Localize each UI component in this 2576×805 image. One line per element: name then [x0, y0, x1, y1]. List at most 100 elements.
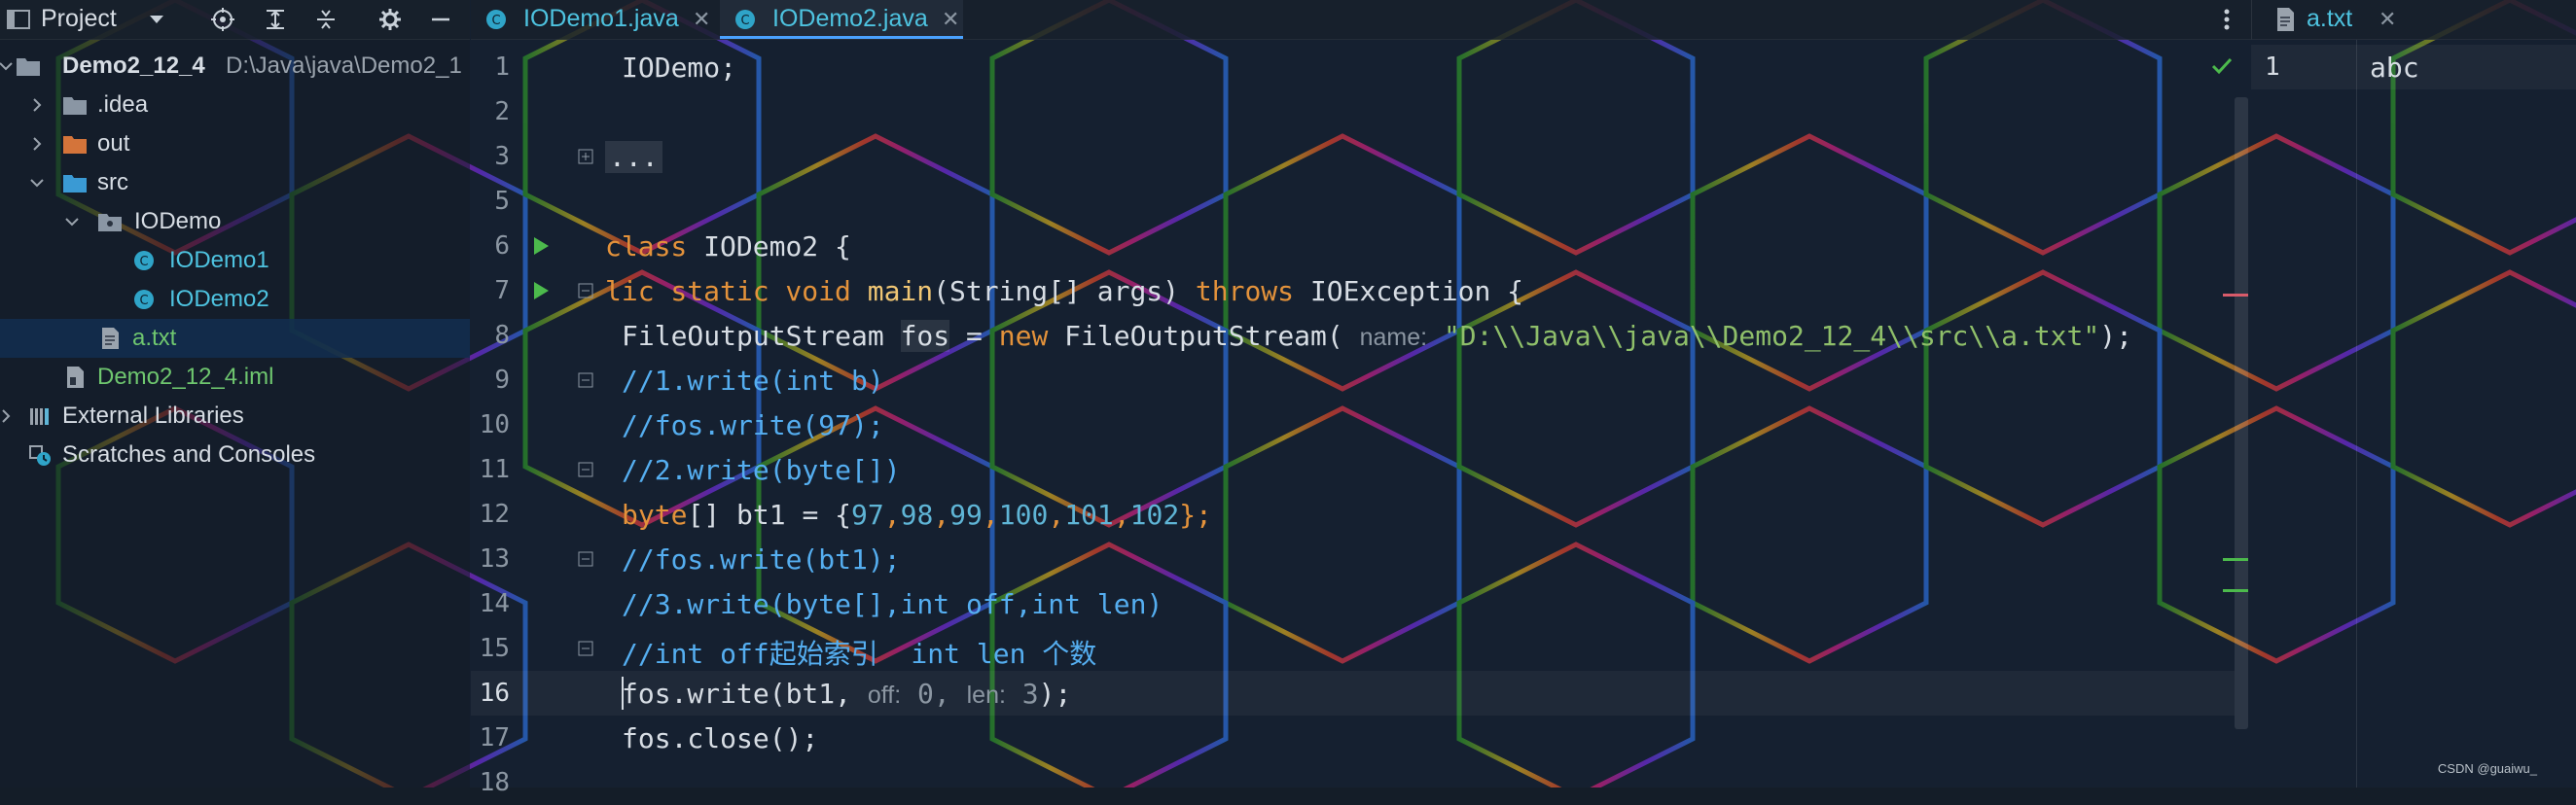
- text-editor-line[interactable]: 1 abc: [2251, 45, 2576, 89]
- code-token: =: [949, 320, 999, 352]
- excluded-folder-icon: [63, 136, 87, 154]
- java-class-icon: C: [134, 251, 154, 270]
- checkmark-icon[interactable]: [2210, 56, 2234, 76]
- project-header: Project: [0, 0, 470, 40]
- tree-item-label: External Libraries: [62, 402, 244, 429]
- run-icon[interactable]: [531, 235, 551, 257]
- tree-item-iodemo2[interactable]: C IODemo2: [0, 280, 470, 319]
- code-token: 101: [1064, 499, 1114, 531]
- tree-item-out[interactable]: out: [0, 124, 470, 163]
- code-token: IODemo;: [622, 52, 737, 84]
- close-icon[interactable]: ✕: [693, 7, 710, 32]
- module-file-icon: [67, 367, 84, 388]
- folder-icon: [17, 58, 40, 76]
- code-token: fos.write(bt1,: [622, 678, 868, 710]
- fold-collapse-icon[interactable]: [578, 641, 593, 656]
- code-line: 9 //1.write(int b): [471, 358, 2235, 402]
- chevron-right-icon[interactable]: [0, 406, 16, 426]
- chevron-down-icon[interactable]: [27, 173, 47, 192]
- gear-icon[interactable]: [377, 7, 403, 32]
- tab-iodemo1[interactable]: C IODemo1.java ✕: [471, 0, 714, 39]
- line-number: 1: [2265, 52, 2280, 82]
- code-line: 15 //int off起始索引 int len 个数: [471, 626, 2235, 671]
- code-text: fos.close();: [622, 722, 819, 754]
- fold-collapse-icon[interactable]: [578, 551, 593, 567]
- code-token: ,: [1113, 499, 1130, 531]
- tree-item-idea[interactable]: .idea: [0, 86, 470, 124]
- tree-item-label: IODemo: [134, 208, 222, 234]
- expand-all-icon[interactable]: [263, 7, 288, 32]
- fold-collapse-icon[interactable]: [578, 462, 593, 477]
- tab-label: IODemo1.java: [523, 5, 679, 32]
- chevron-down-icon[interactable]: [0, 56, 16, 76]
- close-icon[interactable]: ✕: [2379, 7, 2396, 32]
- code-comment: //1.write(int b): [622, 365, 884, 397]
- code-line: 6 class IODemo2 {: [471, 224, 2235, 268]
- code-token: 0: [901, 678, 934, 710]
- tree-item-iodemo1[interactable]: C IODemo1: [0, 241, 470, 280]
- code-token: FileOutputStream(: [1048, 320, 1360, 352]
- code-line: 7 lic static void main(String[] args) th…: [471, 268, 2235, 313]
- minimize-icon[interactable]: [428, 7, 453, 32]
- tree-item-iodemo-package[interactable]: IODemo: [0, 202, 470, 241]
- watermark: CSDN @guaiwu_: [2437, 761, 2537, 776]
- project-path: D:\Java\java\Demo2_1: [226, 52, 462, 79]
- tab-label: a.txt: [2307, 5, 2353, 32]
- line-number: 11: [479, 455, 510, 484]
- code-token: IODemo2 {: [687, 230, 851, 262]
- tree-item-src[interactable]: src: [0, 163, 470, 202]
- parameter-hint: off:: [867, 682, 902, 709]
- fold-collapse-icon[interactable]: [578, 283, 593, 298]
- tree-item-external-libraries[interactable]: External Libraries: [0, 397, 470, 436]
- code-token: );: [2099, 320, 2132, 352]
- collapse-all-icon[interactable]: [313, 7, 339, 32]
- line-number: 10: [479, 410, 510, 439]
- tree-item-demo2-12-4[interactable]: Demo2_12_4 D:\Java\java\Demo2_1: [0, 47, 470, 86]
- tab-iodemo2[interactable]: C IODemo2.java ✕: [720, 0, 963, 39]
- code-token: 99: [949, 499, 983, 531]
- code-token: ,: [1048, 499, 1065, 531]
- line-number: 15: [479, 634, 510, 663]
- code-line-current: 16 fos.write(bt1, off: 0, len: 3);: [471, 671, 2235, 716]
- more-options-icon[interactable]: [2220, 6, 2234, 33]
- run-icon[interactable]: [531, 280, 551, 301]
- code-line: 12 byte[] bt1 = {97,98,99,100,101,102};: [471, 492, 2235, 537]
- svg-text:C: C: [139, 294, 148, 308]
- chevron-down-icon[interactable]: [62, 212, 82, 231]
- tree-item-label: a.txt: [132, 325, 177, 351]
- code-token: throws: [1195, 275, 1295, 307]
- code-token: 100: [998, 499, 1049, 531]
- scratches-icon: [29, 445, 51, 466]
- chevron-right-icon[interactable]: [27, 134, 47, 154]
- fold-expand-icon[interactable]: [578, 149, 593, 164]
- tree-item-iml[interactable]: Demo2_12_4.iml: [0, 358, 470, 397]
- code-token: 102: [1129, 499, 1180, 531]
- text-file-icon: [102, 328, 119, 349]
- code-token: "D:\\Java\\java\\Demo2_12_4\\src\\a.txt": [1427, 320, 2100, 352]
- tab-a-txt[interactable]: a.txt ✕: [2251, 0, 2576, 40]
- tree-item-scratches[interactable]: Scratches and Consoles: [0, 436, 470, 474]
- folder-icon: [63, 97, 87, 115]
- file-content-text[interactable]: abc: [2370, 52, 2419, 84]
- change-marker[interactable]: [2223, 558, 2248, 561]
- line-number: 8: [494, 321, 510, 350]
- error-marker[interactable]: [2223, 294, 2248, 297]
- code-text: class IODemo2 {: [605, 230, 851, 262]
- change-marker[interactable]: [2223, 589, 2248, 592]
- vertical-scrollbar[interactable]: [2235, 97, 2248, 729]
- tree-item-label: Demo2_12_4.iml: [97, 364, 274, 390]
- tree-item-a-txt[interactable]: a.txt: [0, 319, 470, 358]
- chevron-down-icon[interactable]: [144, 7, 169, 32]
- fold-collapse-icon[interactable]: [578, 372, 593, 388]
- folded-code[interactable]: ...: [605, 141, 662, 173]
- tree-item-label: out: [97, 130, 130, 157]
- chevron-right-icon[interactable]: [27, 95, 47, 115]
- code-comment: //fos.write(bt1);: [622, 543, 901, 576]
- code-line: 10 //fos.write(97);: [471, 402, 2235, 447]
- project-title[interactable]: Project: [41, 5, 117, 33]
- svg-text:C: C: [139, 255, 148, 269]
- locate-file-icon[interactable]: [210, 7, 235, 32]
- close-icon[interactable]: ✕: [942, 7, 959, 32]
- tree-item-label: .idea: [97, 91, 149, 118]
- line-number: 7: [494, 276, 510, 305]
